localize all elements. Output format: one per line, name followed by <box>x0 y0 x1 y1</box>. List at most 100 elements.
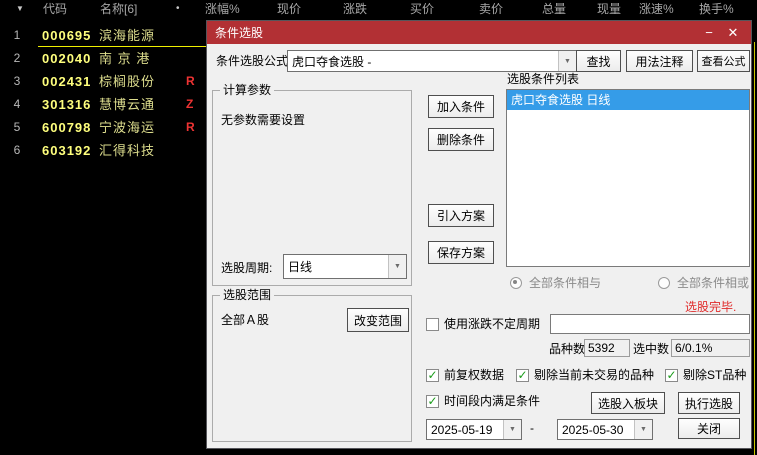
grid-line <box>754 42 755 455</box>
params-group-title: 计算参数 <box>220 83 275 97</box>
stock-picker-dialog: 条件选股 − ✕ 条件选股公式 虎口夺食选股 - ▼ 查找 用法注释 查看公式 … <box>206 20 752 449</box>
stock-name: 滨海能源 <box>99 28 156 43</box>
date-separator: - <box>530 421 534 435</box>
sort-arrow-icon[interactable]: ▼ <box>16 0 24 18</box>
date-from-value: 2025-05-19 <box>431 422 493 437</box>
select-to-block-button[interactable]: 选股入板块 <box>591 392 665 414</box>
date-to-value: 2025-05-30 <box>562 422 624 437</box>
column-header[interactable]: 卖价 <box>479 0 503 18</box>
stock-tag: R <box>186 120 195 134</box>
view-formula-button[interactable]: 查看公式 <box>697 50 750 72</box>
variable-period-input[interactable] <box>550 314 750 334</box>
exclude-untraded-checkbox[interactable]: ✓ <box>516 369 529 382</box>
column-header[interactable]: 名称[6] <box>100 0 137 18</box>
usage-note-button[interactable]: 用法注释 <box>626 50 693 72</box>
stock-code: 000695 <box>42 28 92 43</box>
dialog-title: 条件选股 <box>215 26 264 40</box>
condition-list-item[interactable]: 虎口夺食选股 日线 <box>507 90 749 110</box>
stock-name: 慧博云通 <box>99 97 156 112</box>
formula-dropdown-button[interactable]: ▼ <box>558 51 576 71</box>
variable-period-checkbox[interactable] <box>426 318 439 331</box>
column-header[interactable]: 现价 <box>277 0 301 18</box>
column-header[interactable]: 现量 <box>597 0 621 18</box>
delete-condition-button[interactable]: 删除条件 <box>428 128 494 151</box>
period-value: 日线 <box>288 260 313 274</box>
column-header[interactable]: 涨跌 <box>343 0 367 18</box>
exclude-st-checkbox[interactable]: ✓ <box>665 369 678 382</box>
table-row[interactable]: 3 002431 棕榈股份 R <box>0 70 206 93</box>
formula-combobox[interactable]: 虎口夺食选股 - ▼ <box>287 50 577 72</box>
range-group-title: 选股范围 <box>220 288 275 302</box>
save-plan-button[interactable]: 保存方案 <box>428 241 494 264</box>
table-row[interactable]: 1 000695 滨海能源 <box>0 24 206 47</box>
date-from-dropdown-button[interactable]: ▼ <box>503 420 521 439</box>
condition-listbox[interactable]: 虎口夺食选股 日线 <box>506 89 750 267</box>
table-row[interactable]: 2 002040 南 京 港 <box>0 47 206 70</box>
column-header[interactable]: 买价 <box>410 0 434 18</box>
exclude-st-label: 剔除ST品种 <box>683 368 747 382</box>
table-row[interactable]: 4 301316 慧博云通 Z <box>0 93 206 116</box>
column-header[interactable]: 涨速% <box>639 0 674 18</box>
stock-num: 5 <box>13 120 21 134</box>
period-dropdown-button[interactable]: ▼ <box>388 255 406 278</box>
forward-adjusted-label: 前复权数据 <box>444 368 505 382</box>
column-header[interactable]: 涨幅% <box>205 0 240 18</box>
radio-all-or[interactable] <box>658 277 670 289</box>
add-condition-button[interactable]: 加入条件 <box>428 95 494 118</box>
header-dot-icon: • <box>176 3 180 14</box>
date-from-combobox[interactable]: 2025-05-19 ▼ <box>426 419 522 440</box>
stock-name: 汇得科技 <box>99 143 156 158</box>
selected-count-field: 6/0.1% <box>671 339 750 357</box>
stock-num: 1 <box>13 28 21 42</box>
time-range-label: 时间段内满足条件 <box>444 394 541 408</box>
chevron-down-icon: ▼ <box>509 426 516 433</box>
find-button[interactable]: 查找 <box>576 50 621 72</box>
column-header[interactable]: 总量 <box>542 0 566 18</box>
screen: ▼ • 代码 名称[6] 涨幅% 现价 涨跌 买价 卖价 总量 现量 涨速% 换手% 1 000695… <box>0 0 757 455</box>
formula-value: 虎口夺食选股 - <box>292 54 372 69</box>
stock-num: 4 <box>13 97 21 111</box>
radio-all-and-label: 全部条件相与 <box>529 276 602 290</box>
stock-code: 002431 <box>42 74 92 89</box>
change-range-button[interactable]: 改变范围 <box>347 308 409 332</box>
minimize-icon[interactable]: − <box>697 25 721 40</box>
stock-code: 600798 <box>42 120 92 135</box>
stock-name: 南 京 港 <box>99 51 151 66</box>
stock-num: 6 <box>13 143 21 157</box>
stock-name: 宁波海运 <box>99 120 156 135</box>
dialog-titlebar[interactable]: 条件选股 − ✕ <box>207 21 751 44</box>
stock-code: 603192 <box>42 143 92 158</box>
radio-all-and[interactable] <box>510 277 522 289</box>
variable-period-label: 使用涨跌不定周期 <box>444 317 541 331</box>
chevron-down-icon: ▼ <box>640 426 647 433</box>
params-groupbox: 计算参数 无参数需要设置 选股周期: 日线 ▼ <box>212 83 412 286</box>
radio-all-or-label: 全部条件相或 <box>677 276 750 290</box>
close-button[interactable]: 关闭 <box>678 418 740 439</box>
table-row[interactable]: 5 600798 宁波海运 R <box>0 116 206 139</box>
status-text: 选股完毕. <box>685 300 737 314</box>
stock-code: 301316 <box>42 97 92 112</box>
import-plan-button[interactable]: 引入方案 <box>428 204 494 227</box>
column-header[interactable]: 换手% <box>699 0 734 18</box>
range-groupbox: 选股范围 全部Ａ股 改变范围 <box>212 288 412 442</box>
selected-count-label: 选中数 <box>633 342 670 356</box>
total-count-field: 5392 <box>584 339 630 357</box>
table-row[interactable]: 6 603192 汇得科技 <box>0 139 206 162</box>
stock-num: 3 <box>13 74 21 88</box>
forward-adjusted-checkbox[interactable]: ✓ <box>426 369 439 382</box>
time-range-checkbox[interactable]: ✓ <box>426 395 439 408</box>
close-icon[interactable]: ✕ <box>721 25 745 41</box>
stock-name: 棕榈股份 <box>99 74 156 89</box>
period-combobox[interactable]: 日线 ▼ <box>283 254 407 279</box>
chevron-down-icon: ▼ <box>564 57 571 65</box>
stock-tag: R <box>186 74 195 88</box>
chevron-down-icon: ▼ <box>394 263 401 270</box>
date-to-dropdown-button[interactable]: ▼ <box>634 420 652 439</box>
column-header[interactable]: 代码 <box>43 0 67 18</box>
stock-num: 2 <box>13 51 21 65</box>
selected-row-underline <box>38 46 206 47</box>
stock-tag: Z <box>186 97 194 111</box>
date-to-combobox[interactable]: 2025-05-30 ▼ <box>557 419 653 440</box>
execute-select-button[interactable]: 执行选股 <box>678 392 740 414</box>
exclude-untraded-label: 剔除当前未交易的品种 <box>534 368 655 382</box>
